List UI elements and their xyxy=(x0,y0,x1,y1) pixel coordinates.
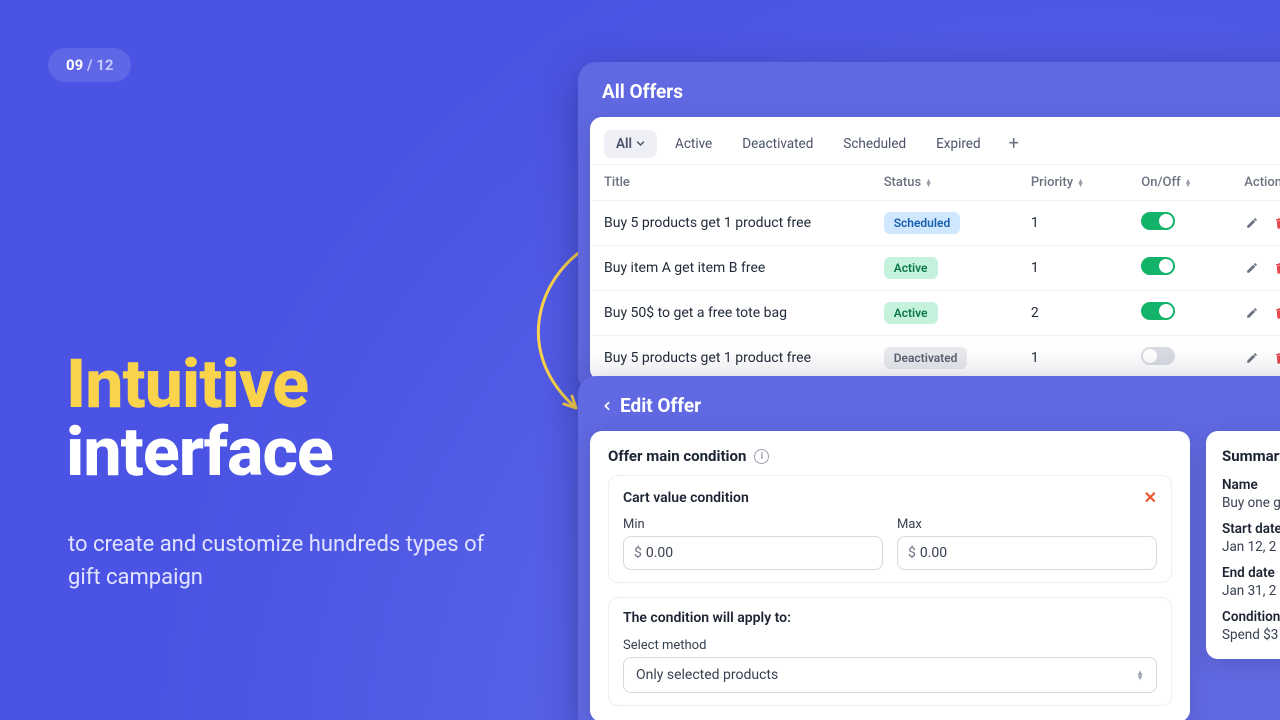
edit-icon[interactable] xyxy=(1244,215,1260,231)
summary-start-value: Jan 12, 2 xyxy=(1222,539,1280,555)
edit-offer-panel: Edit Offer Offer main condition i Cart v… xyxy=(578,376,1280,720)
summary-end-label: End date xyxy=(1222,565,1280,581)
status-badge: Active xyxy=(884,302,938,324)
summary-cond-label: Condition xyxy=(1222,609,1280,625)
summary-heading: Summary xyxy=(1222,447,1280,465)
status-badge: Deactivated xyxy=(884,347,968,369)
edit-icon[interactable] xyxy=(1244,305,1260,321)
main-condition-heading: Offer main condition xyxy=(608,447,746,465)
delete-icon[interactable] xyxy=(1272,305,1280,321)
all-offers-card: All Active Deactivated Scheduled Expired… xyxy=(590,117,1280,381)
toggle-switch[interactable] xyxy=(1141,257,1175,275)
tab-expired[interactable]: Expired xyxy=(924,130,992,158)
all-offers-title: All Offers xyxy=(578,62,1280,117)
status-badge: Scheduled xyxy=(884,212,961,234)
edit-offer-title: Edit Offer xyxy=(620,394,701,417)
cart-value-condition: Cart value condition ✕ Min $ 0.00 Max xyxy=(608,475,1172,583)
currency-symbol: $ xyxy=(634,545,642,561)
close-icon[interactable]: ✕ xyxy=(1144,488,1157,507)
row-title: Buy 5 products get 1 product free xyxy=(590,201,870,246)
apply-to-condition: The condition will apply to: Select meth… xyxy=(608,597,1172,706)
toggle-switch[interactable] xyxy=(1141,302,1175,320)
row-priority: 1 xyxy=(1017,336,1127,381)
page-sep: / xyxy=(83,56,96,74)
tab-label: All xyxy=(616,136,632,152)
table-row[interactable]: Buy 5 products get 1 product free Schedul… xyxy=(590,201,1280,246)
headline-line1: Intuitive xyxy=(66,350,333,418)
toggle-switch[interactable] xyxy=(1141,212,1175,230)
col-onoff[interactable]: On/Off xyxy=(1141,175,1180,190)
min-value: 0.00 xyxy=(646,545,673,561)
row-actions xyxy=(1244,215,1280,231)
delete-icon[interactable] xyxy=(1272,215,1280,231)
max-label: Max xyxy=(897,517,1157,532)
info-icon[interactable]: i xyxy=(754,449,769,464)
min-label: Min xyxy=(623,517,883,532)
col-title: Title xyxy=(604,175,630,190)
page-counter: 09 / 12 xyxy=(48,48,131,82)
toggle-switch[interactable] xyxy=(1141,347,1175,365)
cond-title: Cart value condition xyxy=(623,490,749,506)
max-input[interactable]: $ 0.00 xyxy=(897,536,1157,570)
sort-icon[interactable]: ▲▼ xyxy=(1185,179,1192,187)
row-actions xyxy=(1244,260,1280,276)
delete-icon[interactable] xyxy=(1272,350,1280,366)
tab-active[interactable]: Active xyxy=(663,130,724,158)
summary-start-label: Start date xyxy=(1222,521,1280,537)
edit-icon[interactable] xyxy=(1244,260,1260,276)
summary-cond-value: Spend $3 xyxy=(1222,627,1280,643)
method-select[interactable]: Only selected products ▲▼ xyxy=(623,657,1157,693)
status-badge: Active xyxy=(884,257,938,279)
row-title: Buy 5 products get 1 product free xyxy=(590,336,870,381)
chevron-left-icon xyxy=(602,401,612,411)
page-current: 09 xyxy=(66,56,83,74)
currency-symbol: $ xyxy=(908,545,916,561)
row-title: Buy 50$ to get a free tote bag xyxy=(590,291,870,336)
summary-card: Summary Name Buy one g Start date Jan 12… xyxy=(1206,431,1280,659)
summary-name-label: Name xyxy=(1222,477,1280,493)
row-actions xyxy=(1244,305,1280,321)
col-status[interactable]: Status xyxy=(884,175,921,190)
summary-name-value: Buy one g xyxy=(1222,495,1280,511)
select-method-label: Select method xyxy=(623,638,1157,653)
table-row[interactable]: Buy item A get item B free Active 1 xyxy=(590,246,1280,291)
method-value: Only selected products xyxy=(636,667,778,683)
max-value: 0.00 xyxy=(920,545,947,561)
col-priority[interactable]: Priority xyxy=(1031,175,1073,190)
table-row[interactable]: Buy 50$ to get a free tote bag Active 2 xyxy=(590,291,1280,336)
sort-icon[interactable]: ▲▼ xyxy=(925,179,932,187)
row-priority: 1 xyxy=(1017,246,1127,291)
tab-all[interactable]: All xyxy=(604,130,657,158)
col-action: Action xyxy=(1244,175,1280,190)
sort-icon[interactable]: ▲▼ xyxy=(1077,179,1084,187)
table-row[interactable]: Buy 5 products get 1 product free Deactiv… xyxy=(590,336,1280,381)
row-title: Buy item A get item B free xyxy=(590,246,870,291)
min-input[interactable]: $ 0.00 xyxy=(623,536,883,570)
all-offers-panel: All Offers All Active Deactivated Schedu… xyxy=(578,62,1280,393)
tab-scheduled[interactable]: Scheduled xyxy=(831,130,918,158)
edit-icon[interactable] xyxy=(1244,350,1260,366)
tab-deactivated[interactable]: Deactivated xyxy=(730,130,825,158)
add-tab-button[interactable]: + xyxy=(999,129,1029,158)
select-chevron-icon: ▲▼ xyxy=(1136,670,1144,680)
page-total: 12 xyxy=(96,56,113,74)
hero-headline: Intuitive interface xyxy=(66,350,333,486)
offers-tabs: All Active Deactivated Scheduled Expired… xyxy=(590,117,1280,165)
chevron-down-icon xyxy=(636,139,645,148)
row-actions xyxy=(1244,350,1280,366)
headline-line2: interface xyxy=(66,418,333,486)
summary-end-value: Jan 31, 2 xyxy=(1222,583,1280,599)
apply-to-heading: The condition will apply to: xyxy=(623,610,1157,626)
row-priority: 2 xyxy=(1017,291,1127,336)
hero-subline: to create and customize hundreds types o… xyxy=(68,528,488,594)
delete-icon[interactable] xyxy=(1272,260,1280,276)
row-priority: 1 xyxy=(1017,201,1127,246)
main-condition-card: Offer main condition i Cart value condit… xyxy=(590,431,1190,720)
edit-offer-title-row[interactable]: Edit Offer xyxy=(578,376,1280,431)
offers-table: Title Status ▲▼ Priority ▲▼ On/Off ▲▼ Actio… xyxy=(590,165,1280,381)
